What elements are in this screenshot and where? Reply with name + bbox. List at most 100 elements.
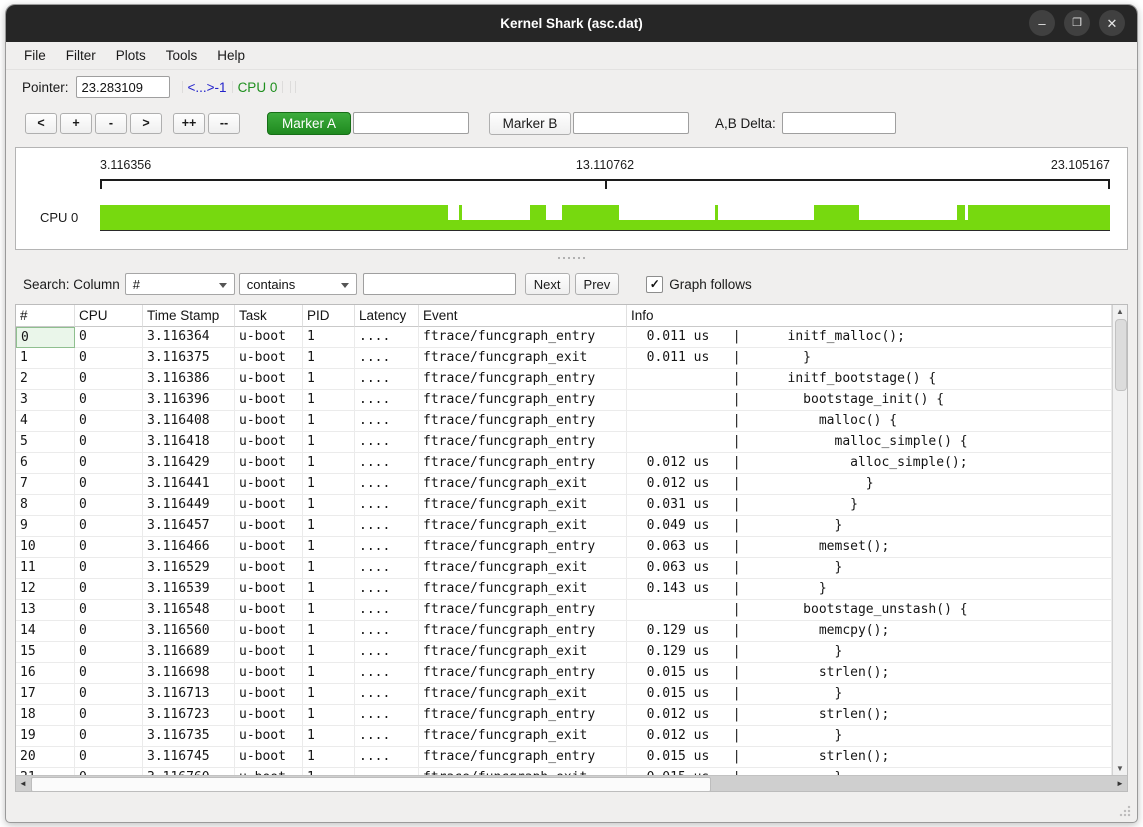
cell-task[interactable]: u-boot <box>235 747 303 768</box>
cell-task[interactable]: u-boot <box>235 705 303 726</box>
graph-follows-checkbox[interactable]: ✓ <box>646 276 663 293</box>
column-header-timestamp[interactable]: Time Stamp <box>143 305 235 327</box>
cell-pid[interactable]: 1 <box>303 705 355 726</box>
cell-event[interactable]: ftrace/funcgraph_exit <box>419 684 627 705</box>
marker-a-input[interactable] <box>353 112 469 134</box>
cell-event[interactable]: ftrace/funcgraph_entry <box>419 411 627 432</box>
cell-pid[interactable]: 1 <box>303 411 355 432</box>
cell-event[interactable]: ftrace/funcgraph_entry <box>419 600 627 621</box>
cell-task[interactable]: u-boot <box>235 621 303 642</box>
cell-num[interactable]: 15 <box>16 642 75 663</box>
column-header-num[interactable]: # <box>16 305 75 327</box>
column-header-latency[interactable]: Latency <box>355 305 419 327</box>
cell-task[interactable]: u-boot <box>235 327 303 348</box>
cell-timestamp[interactable]: 3.116745 <box>143 747 235 768</box>
cell-task[interactable]: u-boot <box>235 684 303 705</box>
cell-timestamp[interactable]: 3.116466 <box>143 537 235 558</box>
column-header-task[interactable]: Task <box>235 305 303 327</box>
cell-timestamp[interactable]: 3.116457 <box>143 516 235 537</box>
cpu0-activity-bar[interactable] <box>100 205 1110 231</box>
cell-cpu[interactable]: 0 <box>75 411 143 432</box>
cell-num[interactable]: 1 <box>16 348 75 369</box>
cpu0-activity-segment[interactable] <box>968 205 1110 230</box>
cell-latency[interactable]: .... <box>355 411 419 432</box>
cell-pid[interactable]: 1 <box>303 390 355 411</box>
cell-pid[interactable]: 1 <box>303 684 355 705</box>
maximize-icon[interactable]: ❐ <box>1064 10 1090 36</box>
cell-cpu[interactable]: 0 <box>75 642 143 663</box>
cell-task[interactable]: u-boot <box>235 453 303 474</box>
table-row[interactable]: 503.116418u-boot1....ftrace/funcgraph_en… <box>16 432 1112 453</box>
table-row[interactable]: 603.116429u-boot1....ftrace/funcgraph_en… <box>16 453 1112 474</box>
cell-event[interactable]: ftrace/funcgraph_entry <box>419 705 627 726</box>
cell-timestamp[interactable]: 3.116429 <box>143 453 235 474</box>
cell-latency[interactable]: .... <box>355 537 419 558</box>
cell-info[interactable]: 0.012 us | } <box>627 474 1112 495</box>
cell-info[interactable]: | initf_bootstage() { <box>627 369 1112 390</box>
cell-info[interactable]: | bootstage_unstash() { <box>627 600 1112 621</box>
column-header-info[interactable]: Info <box>627 305 1112 327</box>
cell-event[interactable]: ftrace/funcgraph_entry <box>419 390 627 411</box>
cell-cpu[interactable]: 0 <box>75 432 143 453</box>
table-row[interactable]: 703.116441u-boot1....ftrace/funcgraph_ex… <box>16 474 1112 495</box>
cell-info[interactable]: 0.015 us | } <box>627 684 1112 705</box>
cell-num[interactable]: 20 <box>16 747 75 768</box>
splitter-handle[interactable] <box>6 250 1137 266</box>
cell-timestamp[interactable]: 3.116539 <box>143 579 235 600</box>
cell-num[interactable]: 6 <box>16 453 75 474</box>
cell-timestamp[interactable]: 3.116735 <box>143 726 235 747</box>
menu-item-filter[interactable]: Filter <box>58 45 104 66</box>
cell-cpu[interactable]: 0 <box>75 453 143 474</box>
cell-info[interactable]: 0.129 us | } <box>627 642 1112 663</box>
marker-b-input[interactable] <box>573 112 689 134</box>
cell-timestamp[interactable]: 3.116689 <box>143 642 235 663</box>
scroll-down-icon[interactable]: ▼ <box>1113 762 1127 775</box>
cpu0-activity-segment[interactable] <box>100 205 448 230</box>
cell-num[interactable]: 19 <box>16 726 75 747</box>
pointer-input[interactable] <box>76 76 170 98</box>
cpu0-activity-segment[interactable] <box>562 205 619 230</box>
cell-num[interactable]: 3 <box>16 390 75 411</box>
cell-event[interactable]: ftrace/funcgraph_exit <box>419 474 627 495</box>
nav-zoom-in-fast-button[interactable]: ++ <box>173 113 205 134</box>
cell-num[interactable]: 17 <box>16 684 75 705</box>
cell-cpu[interactable]: 0 <box>75 579 143 600</box>
cell-latency[interactable]: .... <box>355 369 419 390</box>
cell-latency[interactable]: .... <box>355 579 419 600</box>
cell-event[interactable]: ftrace/funcgraph_exit <box>419 558 627 579</box>
table-row[interactable]: 1903.116735u-boot1....ftrace/funcgraph_e… <box>16 726 1112 747</box>
scroll-left-icon[interactable]: ◄ <box>16 776 30 791</box>
cell-num[interactable]: 11 <box>16 558 75 579</box>
cpu0-activity-segment[interactable] <box>546 220 562 230</box>
nav-zoom-in-button[interactable]: + <box>60 113 92 134</box>
cell-task[interactable]: u-boot <box>235 558 303 579</box>
scroll-up-icon[interactable]: ▲ <box>1113 305 1127 318</box>
menu-item-file[interactable]: File <box>16 45 54 66</box>
cell-task[interactable]: u-boot <box>235 411 303 432</box>
cell-info[interactable]: 0.011 us | } <box>627 348 1112 369</box>
cell-info[interactable]: 0.015 us | } <box>627 768 1112 775</box>
cell-info[interactable]: | malloc_simple() { <box>627 432 1112 453</box>
cell-num[interactable]: 16 <box>16 663 75 684</box>
cell-info[interactable]: 0.012 us | } <box>627 726 1112 747</box>
cell-timestamp[interactable]: 3.116375 <box>143 348 235 369</box>
search-next-button[interactable]: Next <box>525 273 570 295</box>
table-row[interactable]: 2003.116745u-boot1....ftrace/funcgraph_e… <box>16 747 1112 768</box>
cell-cpu[interactable]: 0 <box>75 369 143 390</box>
close-icon[interactable]: ✕ <box>1099 10 1125 36</box>
cell-task[interactable]: u-boot <box>235 495 303 516</box>
cell-cpu[interactable]: 0 <box>75 348 143 369</box>
table-row[interactable]: 403.116408u-boot1....ftrace/funcgraph_en… <box>16 411 1112 432</box>
cell-task[interactable]: u-boot <box>235 432 303 453</box>
cell-timestamp[interactable]: 3.116760 <box>143 768 235 775</box>
cell-pid[interactable]: 1 <box>303 327 355 348</box>
cell-pid[interactable]: 1 <box>303 432 355 453</box>
cell-timestamp[interactable]: 3.116418 <box>143 432 235 453</box>
table-row[interactable]: 1003.116466u-boot1....ftrace/funcgraph_e… <box>16 537 1112 558</box>
cell-event[interactable]: ftrace/funcgraph_entry <box>419 327 627 348</box>
table-row[interactable]: 1803.116723u-boot1....ftrace/funcgraph_e… <box>16 705 1112 726</box>
menu-item-plots[interactable]: Plots <box>108 45 154 66</box>
cell-latency[interactable]: .... <box>355 684 419 705</box>
cpu0-activity-segment[interactable] <box>462 220 530 230</box>
cell-latency[interactable]: .... <box>355 600 419 621</box>
